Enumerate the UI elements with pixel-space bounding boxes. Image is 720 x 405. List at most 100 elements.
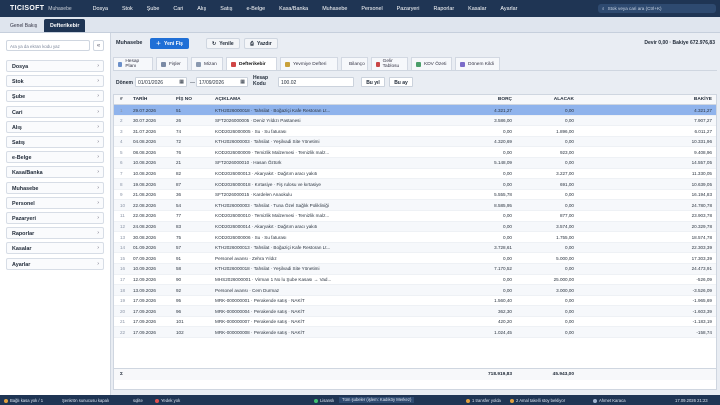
table-row[interactable]: 16 10.09.2026 58 KTH2026000018 · Tahsilat ·…	[114, 263, 716, 275]
menu-item[interactable]: Alış	[190, 6, 213, 12]
table-row[interactable]: 18 13.09.2026 92 Personel avansı · Cem Durm…	[114, 285, 716, 296]
table-row[interactable]: 4 04.08.2026 72 KTH2026000003 · Tahsilat · …	[114, 136, 716, 148]
table-row[interactable]: 22 17.09.2026 102 MRK-000000008 · Perakende…	[114, 327, 716, 339]
subtab[interactable]: Yevmiye Defteri	[280, 57, 338, 70]
table-row[interactable]: 10 22.08.2026 54 KTH2026000003 · Tahsilat ·…	[114, 200, 716, 211]
table-row[interactable]: 20 17.09.2026 96 MRK-000000004 · Perakende …	[114, 306, 716, 317]
menu-item[interactable]: Kasa/Banka	[272, 6, 315, 12]
sidebar-item[interactable]: e-Belge ›	[6, 151, 104, 164]
table-cell: 0,00	[503, 171, 512, 177]
table-cell: KOD2026000013 · Akaryakıt · Dağıtım arac…	[215, 171, 318, 177]
sidebar-item[interactable]: Personel ›	[6, 196, 104, 209]
table-row[interactable]: 15 07.09.2026 91 Personel avansı · Zehra Yı…	[114, 253, 716, 264]
menu-item[interactable]: Satış	[213, 6, 239, 12]
sidebar-item[interactable]: Kasa/Banka ›	[6, 166, 104, 179]
this-year-button[interactable]: Bu yıl	[361, 77, 385, 87]
subtab[interactable]: KDV Özeti	[411, 57, 452, 70]
table-row[interactable]: 8 19.08.2026 87 KOD2026000018 · Kırtasiye ·…	[114, 179, 716, 190]
sidebar-item[interactable]: Pazaryeri ›	[6, 212, 104, 224]
status-transfer[interactable]: 1 transfer yolda	[466, 398, 501, 403]
table-cell: 0,00	[565, 329, 574, 335]
sidebar-item[interactable]: Alış ›	[6, 120, 104, 133]
menu-item[interactable]: Personel	[354, 6, 389, 12]
table-cell: 3.227,00	[556, 171, 574, 177]
column-header[interactable]: ALACAK	[514, 97, 574, 102]
table-row[interactable]: 6 10.08.2026 21 SFT2026000010 · Hasan Öztür…	[114, 157, 716, 169]
sidebar-collapse-button[interactable]: «	[93, 40, 104, 51]
subtab-label: Dönem Kildi	[468, 61, 494, 67]
menu-item[interactable]: Pazaryeri	[390, 6, 427, 12]
table-row[interactable]: 12 24.08.2026 83 KOD2026000014 · Akaryakıt …	[114, 221, 716, 233]
menu-item[interactable]: Dosya	[86, 6, 115, 12]
sidebar-search-input[interactable]: Ara ya da ekran kodu yaz	[6, 40, 90, 51]
table-cell: 24.08.2026	[133, 224, 156, 230]
table-cell: 3.728,61	[494, 245, 512, 251]
tab-defterikebir[interactable]: Defterikebir	[44, 19, 86, 32]
new-voucher-button[interactable]: ＋ Yeni Fiş	[150, 38, 189, 49]
menu-item[interactable]: Muhasebe	[315, 6, 354, 12]
sidebar-item[interactable]: Raporlar ›	[6, 227, 104, 240]
table-row[interactable]: 13 30.08.2026 75 KOD2026000006 · Su · Su fa…	[114, 232, 716, 243]
table-row[interactable]: 11 22.08.2026 77 KOD2026000010 · Temizlik M…	[114, 211, 716, 222]
table-row[interactable]: 5 08.08.2026 76 KOD2026000009 · Temizlik Ma…	[114, 147, 716, 158]
date-to-input[interactable]: 17/09/2026 ▦	[196, 77, 248, 87]
sidebar-item[interactable]: Ayarlar ›	[6, 257, 104, 270]
account-code-input[interactable]: 100.02	[278, 77, 354, 87]
table-row[interactable]: 21 17.09.2026 101 MRK-000000007 · Perakende…	[114, 317, 716, 328]
sidebar-item[interactable]: Dosya ›	[6, 60, 104, 72]
date-separator: —	[190, 80, 195, 86]
subtab[interactable]: Gelir Tablosu	[371, 57, 408, 70]
sidebar-item[interactable]: Şube ›	[6, 90, 104, 103]
table-cell: 15	[120, 255, 126, 261]
date-from-input[interactable]: 01/01/2026 ▦	[135, 77, 187, 87]
status-stock-pending[interactable]: 2 Amal takelli stoy bekliyor	[510, 398, 565, 403]
menu-item[interactable]: Cari	[166, 6, 190, 12]
sidebar-item[interactable]: Kasalar ›	[6, 242, 104, 255]
table-row[interactable]: 3 31.07.2026 74 KOD2026000005 · Su · Su fat…	[114, 126, 716, 137]
sidebar-item[interactable]: Cari ›	[6, 105, 104, 118]
table-cell: 10.09.2026	[133, 266, 156, 272]
status-user[interactable]: Ahmet Karaca	[593, 398, 626, 403]
table-cell: KOD2026000009 · Temizlik Malzemesi · Tem…	[215, 149, 330, 155]
branch-selector[interactable]: Tüm şubeler (işlem: Kadıköy Merkez)	[339, 397, 415, 403]
table-cell: 30.07.2026	[133, 118, 156, 124]
column-header[interactable]: #	[120, 97, 130, 102]
print-button[interactable]: ⎙ Yazdır	[244, 38, 278, 49]
tab-genel-bakis[interactable]: Genel Bakış	[4, 20, 43, 32]
table-cell: 10.639,05	[691, 181, 712, 187]
table-row[interactable]: 1 29.07.2026 51 KTH2026000018 · Tahsilat · …	[114, 105, 716, 116]
this-month-button[interactable]: Bu ay	[389, 77, 413, 87]
column-header[interactable]: AÇIKLAMA	[215, 97, 362, 102]
subtab[interactable]: Mizan	[191, 57, 223, 70]
table-header: # TARİH FİŞ NO AÇIKLAMA BORÇ ALACAK BAKİYE	[114, 95, 716, 105]
column-header[interactable]: TARİH	[133, 97, 173, 102]
menu-item[interactable]: Kasalar	[461, 6, 493, 12]
column-header[interactable]: FİŞ NO	[176, 97, 211, 102]
sidebar-item[interactable]: Satış ›	[6, 136, 104, 148]
global-search-input[interactable]: ⌕ Stok veya cari ara (Ctrl+K)	[598, 4, 716, 13]
column-header[interactable]: BORÇ	[432, 97, 512, 102]
column-header[interactable]: BAKİYE	[634, 97, 712, 102]
table-row[interactable]: 9 21.08.2026 36 SFT2026000015 · Kardelen An…	[114, 190, 716, 201]
sidebar-item[interactable]: Muhasebe ›	[6, 181, 104, 194]
menu-item[interactable]: Ayarlar	[493, 6, 524, 12]
table-row[interactable]: 17 12.09.2026 90 MHS2026000001 · Virman 1 N…	[114, 275, 716, 286]
menu-item[interactable]: Şube	[140, 6, 167, 12]
table-row[interactable]: 19 17.09.2026 95 MRK-000000001 · Perakende …	[114, 296, 716, 307]
refresh-button[interactable]: ↻ Yenile	[206, 38, 240, 49]
app-logo[interactable]: TICISOFT	[0, 5, 48, 12]
subtab[interactable]: Defterikebir	[226, 57, 277, 70]
table-row[interactable]: 14 01.09.2026 57 KTH2026000013 · Tahsilat ·…	[114, 242, 716, 254]
subtab[interactable]: Dönem Kildi	[455, 57, 500, 70]
menu-item[interactable]: e-Belge	[240, 6, 273, 12]
subtab[interactable]: Bilanço	[341, 57, 368, 70]
sidebar-item[interactable]: Stok ›	[6, 75, 104, 88]
table-row[interactable]: 7 10.08.2026 82 KOD2026000013 · Akaryakıt ·…	[114, 169, 716, 180]
menu-item[interactable]: Stok	[115, 6, 140, 12]
menu-item[interactable]: Raporlar	[426, 6, 461, 12]
refresh-label: Yenile	[219, 40, 234, 47]
subtab[interactable]: Hesap Planı	[113, 57, 153, 70]
table-cell: 9	[120, 192, 123, 198]
subtab[interactable]: Fişler	[156, 57, 188, 70]
table-row[interactable]: 2 30.07.2026 26 SFT2026000005 · Deniz Yıldı…	[114, 115, 716, 127]
